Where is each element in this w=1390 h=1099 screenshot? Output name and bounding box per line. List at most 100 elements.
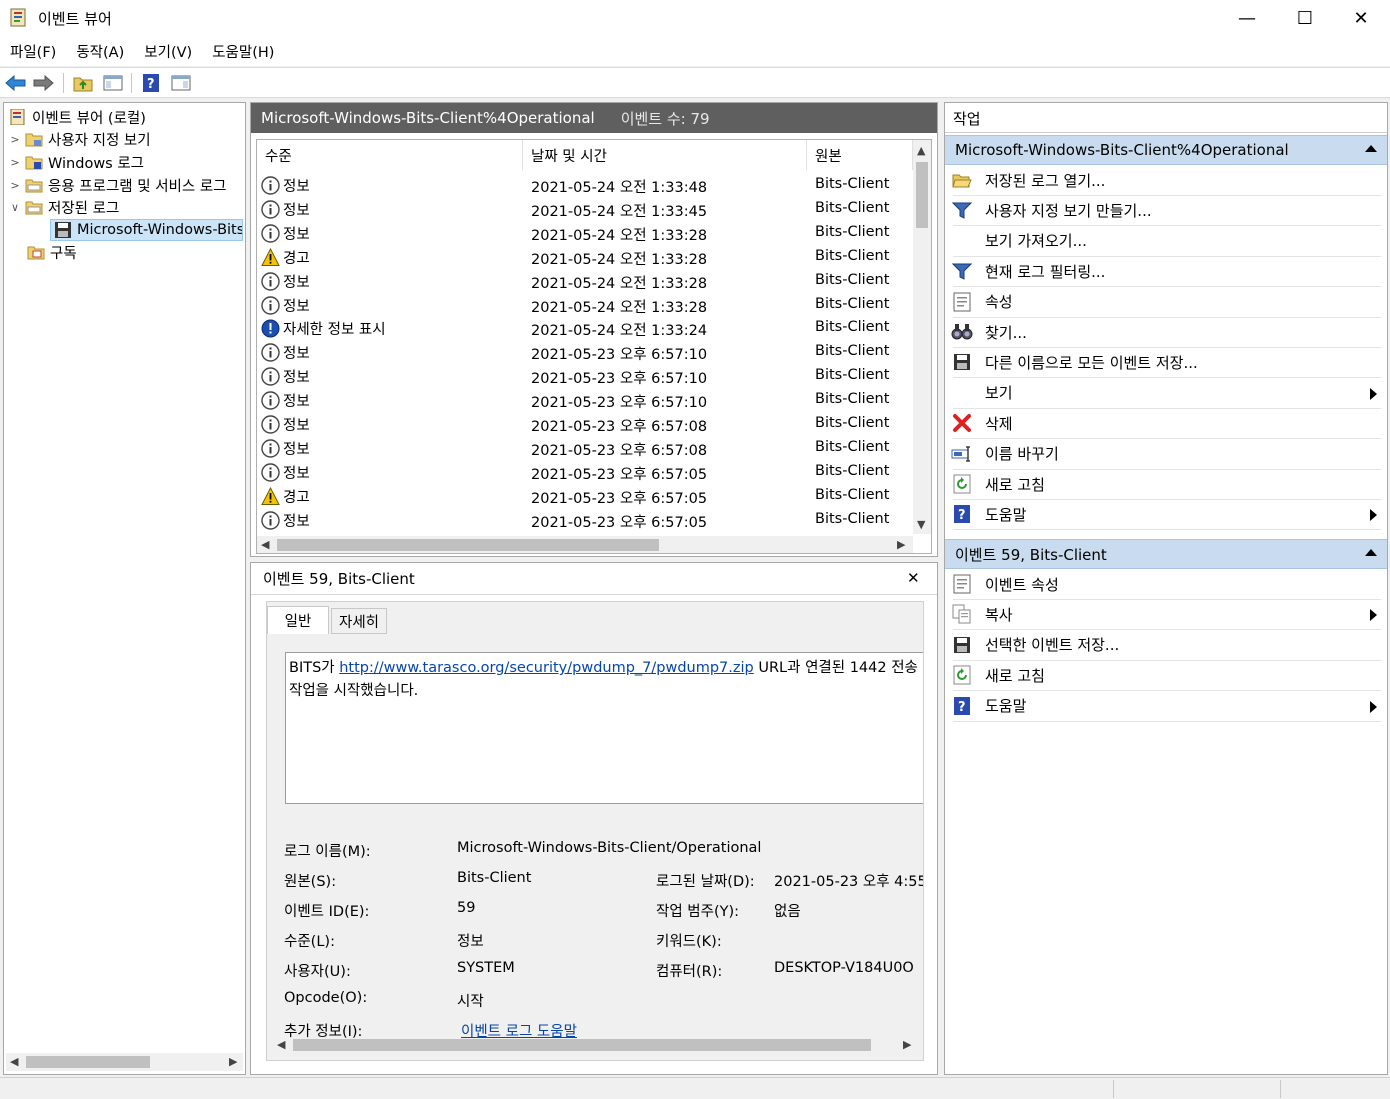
event-row[interactable]: 정보 2021-05-24 오전 1:33:28 Bits-Client [257,221,913,245]
detail-close-button[interactable]: ✕ [907,569,920,587]
action-log-3[interactable]: 현재 로그 필터링... [945,256,1387,286]
expand-arrow-icon[interactable]: > [8,179,22,192]
action-log-8[interactable]: 삭제 [945,408,1387,438]
scroll-left-icon[interactable]: ◀ [10,1055,18,1068]
description-url-link[interactable]: http://www.tarasco.org/security/pwdump_7… [339,660,754,676]
action-log-1[interactable]: 사용자 지정 보기 만들기... [945,195,1387,225]
event-row[interactable]: 자세한 정보 표시 2021-05-24 오전 1:33:24 Bits-Clien… [257,316,913,340]
event-row[interactable]: 정보 2021-05-24 오전 1:33:28 Bits-Client [257,293,913,317]
scroll-down-icon[interactable]: ▼ [917,518,925,531]
event-description[interactable]: BITS가 http://www.tarasco.org/security/pw… [285,652,923,804]
column-header-source[interactable]: 원본 [807,140,913,170]
event-datetime: 2021-05-24 오전 1:33:28 [531,299,708,316]
event-row[interactable]: 정보 2021-05-23 오후 6:57:08 Bits-Client [257,412,913,436]
tree-item-app-services-logs[interactable]: > 응용 프로그램 및 서비스 로그 [8,174,247,196]
menu-file[interactable]: 파일(F) [10,41,56,62]
action-event-3[interactable]: 새로 고침 [945,660,1387,690]
event-datetime: 2021-05-23 오후 6:57:05 [531,514,708,531]
action-log-4[interactable]: 속성 [945,287,1387,317]
column-header-level[interactable]: 수준 [257,140,523,170]
scroll-left-icon[interactable]: ◀ [277,1038,285,1051]
action-event-1[interactable]: 복사 [945,599,1387,629]
console-tree-icon[interactable] [101,72,125,94]
collapse-triangle-icon[interactable] [1365,549,1377,556]
menu-view[interactable]: 보기(V) [144,41,192,62]
collapse-triangle-icon[interactable] [1365,145,1377,152]
action-log-9[interactable]: 이름 바꾸기 [945,439,1387,469]
label-keywords: 키워드(K): [656,934,722,950]
action-log-10[interactable]: 새로 고침 [945,469,1387,499]
tab-details[interactable]: 자세히 [331,608,387,634]
help-icon[interactable]: ? [139,72,163,94]
info-icon [261,176,283,195]
event-grid: 수준 날짜 및 시간 원본 정보 2021-05-24 오전 1:33:48 Bit… [256,139,932,554]
action-label: 복사 [985,605,1013,624]
event-level: 정보 [261,223,310,244]
folder-icon [25,156,43,170]
tree-item-root[interactable]: 이벤트 뷰어 (로컬) [6,106,146,128]
collapse-arrow-icon[interactable]: ∨ [8,201,22,214]
maximize-button[interactable]: ☐ [1276,0,1334,36]
event-row[interactable]: 경고 2021-05-24 오전 1:33:28 Bits-Client [257,245,913,269]
action-log-0[interactable]: 저장된 로그 열기... [945,165,1387,195]
expand-arrow-icon[interactable]: > [8,133,22,146]
column-header-datetime[interactable]: 날짜 및 시간 [523,140,807,170]
scroll-left-icon[interactable]: ◀ [261,538,269,551]
refresh-icon [951,473,973,495]
event-row[interactable]: 정보 2021-05-24 오전 1:33:48 Bits-Client [257,173,913,197]
event-row[interactable]: 정보 2021-05-24 오전 1:33:28 Bits-Client [257,269,913,293]
scroll-thumb[interactable] [26,1056,150,1068]
event-row[interactable]: 정보 2021-05-23 오후 6:57:10 Bits-Client [257,364,913,388]
event-list-vertical-scrollbar[interactable]: ▲ ▼ [913,140,931,534]
action-label: 이름 바꾸기 [985,445,1059,464]
event-row[interactable]: 정보 2021-05-23 오후 6:57:05 Bits-Client [257,508,913,532]
scroll-right-icon[interactable]: ▶ [903,1038,911,1051]
event-row[interactable]: 정보 2021-05-23 오후 6:57:05 Bits-Client [257,460,913,484]
scroll-right-icon[interactable]: ▶ [229,1055,237,1068]
action-pane-icon[interactable] [169,72,193,94]
scroll-up-icon[interactable]: ▲ [917,144,925,157]
tab-general[interactable]: 일반 [267,606,329,634]
close-button[interactable]: ✕ [1332,0,1390,36]
folder-up-icon[interactable] [71,72,95,94]
tree-horizontal-scrollbar[interactable]: ◀ ▶ [6,1053,243,1071]
tree-item-bits-client-log[interactable]: Microsoft-Windows-Bits-Client%4Operation… [50,219,243,241]
event-row[interactable]: 정보 2021-05-23 오후 6:57:10 Bits-Client [257,388,913,412]
action-label: 저장된 로그 열기... [985,171,1106,190]
minimize-button[interactable]: — [1218,0,1276,36]
actions-group-event[interactable]: 이벤트 59, Bits-Client [945,539,1387,569]
menu-help[interactable]: 도움말(H) [212,41,274,62]
action-event-0[interactable]: 이벤트 속성 [945,569,1387,599]
tree-item-saved-logs[interactable]: ∨ 저장된 로그 [8,196,119,218]
scroll-thumb[interactable] [916,162,928,228]
scroll-right-icon[interactable]: ▶ [897,538,905,551]
action-event-4[interactable]: ? 도움말 [945,691,1387,721]
action-log-11[interactable]: ? 도움말 [945,499,1387,529]
tree-item-subscriptions[interactable]: 구독 [24,241,77,263]
action-log-5[interactable]: 찾기... [945,317,1387,347]
info-icon [261,224,283,243]
scroll-thumb[interactable] [293,1039,871,1051]
actions-group-log[interactable]: Microsoft-Windows-Bits-Client%4Operation… [945,135,1387,165]
event-row[interactable]: 경고 2021-05-23 오후 6:57:05 Bits-Client [257,484,913,508]
properties-icon [951,573,973,595]
event-row[interactable]: 정보 2021-05-23 오후 6:57:10 Bits-Client [257,340,913,364]
scroll-thumb[interactable] [277,539,659,551]
menu-action[interactable]: 동작(A) [76,41,124,62]
forward-arrow-icon[interactable] [31,72,55,94]
event-row[interactable]: 정보 2021-05-23 오후 6:57:08 Bits-Client [257,436,913,460]
action-log-7[interactable]: 보기 [945,378,1387,408]
action-log-2[interactable]: 보기 가져오기... [945,226,1387,256]
tree-item-windows-logs[interactable]: > Windows 로그 [8,151,144,173]
back-arrow-icon[interactable] [4,72,28,94]
event-list-horizontal-scrollbar[interactable]: ◀ ▶ [257,536,913,553]
action-log-6[interactable]: 다른 이름으로 모든 이벤트 저장... [945,347,1387,377]
event-source: Bits-Client [815,319,890,336]
event-datetime: 2021-05-23 오후 6:57:05 [531,466,708,483]
detail-horizontal-scrollbar[interactable]: ◀ ▶ [275,1036,923,1054]
event-datetime: 2021-05-23 오후 6:57:10 [531,371,708,388]
expand-arrow-icon[interactable]: > [8,156,22,169]
tree-item-custom-views[interactable]: > 사용자 지정 보기 [8,128,150,150]
action-event-2[interactable]: 선택한 이벤트 저장... [945,630,1387,660]
event-row[interactable]: 정보 2021-05-24 오전 1:33:45 Bits-Client [257,197,913,221]
